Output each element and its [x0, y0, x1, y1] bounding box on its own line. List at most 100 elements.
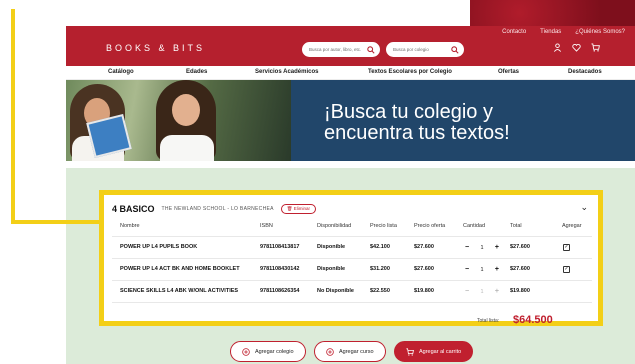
- increment-button[interactable]: +: [495, 244, 499, 251]
- search-school-placeholder: Busca por colegio: [393, 47, 429, 52]
- col-isbn: ISBN: [260, 223, 273, 229]
- nav-item-academic-services[interactable]: Servicios Académicos: [255, 69, 318, 75]
- divider: [112, 236, 592, 237]
- item-list-price: $22.550: [370, 288, 390, 294]
- trash-icon: 🗑: [286, 206, 293, 211]
- col-quantity: Cantidad: [463, 223, 486, 229]
- banner-photo: [66, 80, 291, 161]
- divider: [112, 280, 592, 281]
- school-order-panel: 4 BASICO THE NEWLAND SCHOOL - LO BARNECH…: [99, 190, 603, 326]
- item-offer-price: $27.600: [414, 266, 434, 272]
- table-header: Nombre ISBN Disponibilidad Precio lista …: [104, 223, 598, 235]
- plus-circle-icon: [242, 347, 250, 356]
- add-to-cart-button[interactable]: Agregar al carrito: [394, 341, 474, 362]
- decorative-red-corner: [470, 0, 635, 26]
- cart-icon: [406, 347, 414, 356]
- search-title-input[interactable]: Busca por autor, libro, etc.: [302, 42, 380, 57]
- item-total: $27.600: [510, 244, 530, 250]
- student-figure: [156, 80, 216, 161]
- item-availability: No Disponible: [317, 288, 354, 294]
- item-isbn: 9781108413817: [260, 244, 300, 250]
- add-school-label: Agregar colegio: [255, 348, 294, 355]
- quantity-value[interactable]: 1: [480, 289, 483, 295]
- nav-item-school-texts[interactable]: Textos Escolares por Colegio: [368, 69, 452, 75]
- divider: [112, 302, 592, 303]
- header-icons: [553, 43, 600, 52]
- col-list-price: Precio lista: [370, 223, 397, 229]
- decrement-button[interactable]: −: [465, 244, 469, 251]
- search-icon[interactable]: [451, 45, 459, 54]
- item-availability: Disponible: [317, 266, 346, 272]
- item-list-price: $42.100: [370, 244, 390, 250]
- heart-icon[interactable]: [572, 43, 581, 52]
- quantity-stepper: − 1 +: [463, 242, 501, 253]
- add-course-button[interactable]: Agregar curso: [314, 341, 386, 362]
- quantity-stepper: − 1 +: [463, 286, 501, 297]
- item-offer-price: $19.800: [414, 288, 434, 294]
- add-checkbox[interactable]: ✓: [563, 244, 570, 251]
- chevron-down-icon[interactable]: ⌄: [580, 202, 588, 213]
- total-label: Total lista:: [477, 318, 500, 324]
- increment-button[interactable]: +: [495, 288, 499, 295]
- item-name: POWER UP L4 ACT BK AND HOME BOOKLET: [120, 266, 240, 272]
- item-isbn: 9781108626354: [260, 288, 300, 294]
- quantity-stepper: − 1 +: [463, 264, 501, 275]
- banner-headline-line1: ¡Busca tu colegio y: [324, 101, 493, 123]
- panel-header: 4 BASICO THE NEWLAND SCHOOL - LO BARNECH…: [112, 204, 316, 214]
- remove-label: Eliminar: [293, 206, 310, 211]
- table-row: SCIENCE SKILLS L4 ABK W/ONL ACTIVITIES 9…: [104, 285, 598, 299]
- table-row: POWER UP L4 PUPILS BOOK 9781108413817 Di…: [104, 241, 598, 255]
- decrement-button[interactable]: −: [465, 266, 469, 273]
- nav-item-featured[interactable]: Destacados: [568, 69, 602, 75]
- item-offer-price: $27.600: [414, 244, 434, 250]
- item-total: $27.600: [510, 266, 530, 272]
- quantity-value[interactable]: 1: [480, 267, 483, 273]
- add-checkbox[interactable]: ✓: [563, 266, 570, 273]
- grade-title: 4 BASICO: [112, 204, 155, 214]
- divider: [112, 258, 592, 259]
- quantity-value[interactable]: 1: [480, 245, 483, 251]
- item-name: SCIENCE SKILLS L4 ABK W/ONL ACTIVITIES: [120, 288, 239, 294]
- nav-item-offers[interactable]: Ofertas: [498, 69, 519, 75]
- highlight-connector-vertical: [11, 9, 15, 224]
- table-row: POWER UP L4 ACT BK AND HOME BOOKLET 9781…: [104, 263, 598, 277]
- top-link-contact[interactable]: Contacto: [502, 29, 526, 35]
- decrement-button[interactable]: −: [465, 288, 469, 295]
- remove-button[interactable]: 🗑 Eliminar: [280, 204, 316, 214]
- add-course-label: Agregar curso: [339, 348, 374, 355]
- site-logo[interactable]: BOOKS & BITS: [106, 43, 205, 53]
- page: Contacto Tiendas ¿Quiénes Somos? BOOKS &…: [0, 0, 635, 364]
- item-total: $19.800: [510, 288, 530, 294]
- category-nav: Catálogo Edades Servicios Académicos Tex…: [66, 66, 635, 80]
- item-name: POWER UP L4 PUPILS BOOK: [120, 244, 198, 250]
- add-school-button[interactable]: Agregar colegio: [230, 341, 306, 362]
- plus-circle-icon: [326, 347, 334, 356]
- top-links: Contacto Tiendas ¿Quiénes Somos?: [502, 29, 625, 35]
- top-link-about[interactable]: ¿Quiénes Somos?: [575, 29, 625, 35]
- search-school-input[interactable]: Busca por colegio: [386, 42, 464, 57]
- top-link-stores[interactable]: Tiendas: [540, 29, 561, 35]
- total-value: $64.500: [513, 314, 553, 326]
- increment-button[interactable]: +: [495, 266, 499, 273]
- col-offer-price: Precio oferta: [414, 223, 446, 229]
- item-list-price: $31.200: [370, 266, 390, 272]
- col-add: Agregar: [562, 223, 582, 229]
- school-name: THE NEWLAND SCHOOL - LO BARNECHEA: [161, 206, 274, 212]
- col-availability: Disponibilidad: [317, 223, 352, 229]
- highlight-connector-horizontal: [11, 220, 103, 224]
- item-isbn: 9781108430142: [260, 266, 300, 272]
- col-total: Total: [510, 223, 522, 229]
- cart-icon[interactable]: [591, 43, 600, 52]
- site-header: Contacto Tiendas ¿Quiénes Somos? BOOKS &…: [66, 26, 635, 66]
- search-icon[interactable]: [367, 45, 375, 54]
- user-icon[interactable]: [553, 43, 562, 52]
- banner-headline: ¡Busca tu colegio y encuentra tus textos…: [324, 102, 510, 144]
- banner-headline-line2: encuentra tus textos!: [324, 122, 510, 144]
- nav-item-ages[interactable]: Edades: [186, 69, 207, 75]
- search-title-placeholder: Busca por autor, libro, etc.: [309, 47, 362, 52]
- col-name: Nombre: [120, 223, 140, 229]
- item-availability: Disponible: [317, 244, 346, 250]
- add-to-cart-label: Agregar al carrito: [419, 348, 462, 355]
- hero-banner[interactable]: ¡Busca tu colegio y encuentra tus textos…: [66, 80, 635, 161]
- nav-item-catalog[interactable]: Catálogo: [108, 69, 134, 75]
